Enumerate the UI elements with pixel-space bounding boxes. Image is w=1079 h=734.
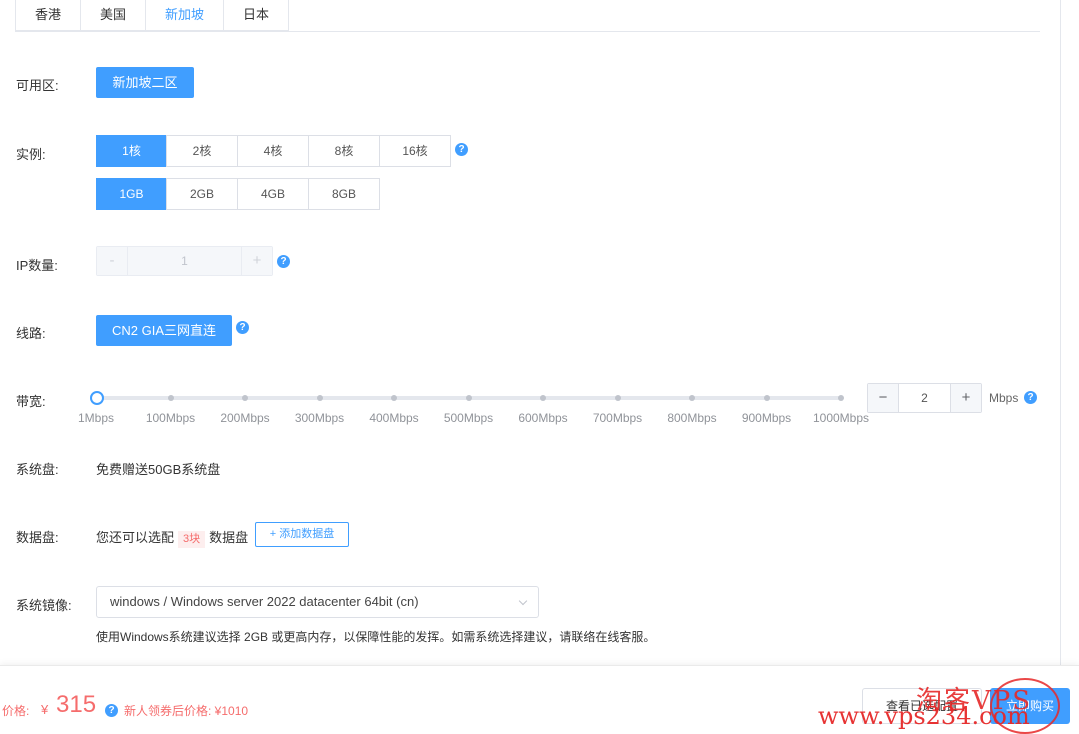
ip-help-icon[interactable]: ? bbox=[277, 255, 290, 268]
bandwidth-stop-dot[interactable] bbox=[838, 395, 844, 401]
bandwidth-tick-label: 1Mbps bbox=[77, 411, 115, 425]
ip-decrease-button[interactable]: - bbox=[97, 247, 127, 275]
add-data-disk-button[interactable]: + 添加数据盘 bbox=[255, 522, 349, 547]
system-disk-text: 免费赠送50GB系统盘 bbox=[96, 462, 221, 477]
bandwidth-tick-label: 700Mbps bbox=[592, 411, 643, 425]
coupon-price: 新人领券后价格: ¥1010 bbox=[124, 704, 249, 718]
price-value: 315 bbox=[56, 691, 97, 718]
price-label: 价格: bbox=[2, 704, 30, 718]
data-disk-prefix: 您还可以选配 bbox=[96, 530, 175, 545]
bandwidth-stop-dot[interactable] bbox=[763, 395, 770, 401]
system-image-hint: 使用Windows系统建议选择 2GB 或更高内存，以保障性能的发挥。如需系统选… bbox=[96, 630, 656, 644]
system-image-selected: windows / Windows server 2022 datacenter… bbox=[110, 594, 419, 609]
panel-edge bbox=[1060, 0, 1061, 665]
bandwidth-decrease-button[interactable]: − bbox=[868, 384, 898, 412]
ip-count-label: IP数量: bbox=[16, 258, 58, 273]
ram-option-1gb[interactable]: 1GB bbox=[96, 178, 167, 210]
cpu-option-2[interactable]: 2核 bbox=[166, 135, 238, 167]
zone-label: 可用区: bbox=[16, 78, 59, 93]
cpu-selector: 1核 2核 4核 8核 16核 bbox=[96, 135, 451, 167]
bandwidth-help-icon[interactable]: ? bbox=[1024, 391, 1037, 404]
bandwidth-label: 带宽: bbox=[16, 394, 46, 409]
chevron-down-icon bbox=[518, 596, 528, 606]
cpu-option-16[interactable]: 16核 bbox=[379, 135, 451, 167]
bandwidth-tick-label: 1000Mbps bbox=[812, 411, 870, 425]
bandwidth-tick-label: 300Mbps bbox=[294, 411, 345, 425]
system-image-label: 系统镜像: bbox=[16, 598, 72, 613]
tab-japan[interactable]: 日本 bbox=[223, 0, 290, 31]
tab-hongkong[interactable]: 香港 bbox=[15, 0, 82, 31]
ram-option-2gb[interactable]: 2GB bbox=[166, 178, 238, 210]
tabs-divider bbox=[15, 31, 1040, 32]
tab-singapore[interactable]: 新加坡 bbox=[145, 0, 225, 31]
system-disk-label: 系统盘: bbox=[16, 462, 59, 477]
ram-option-8gb[interactable]: 8GB bbox=[308, 178, 380, 210]
region-tabs: 香港 美国 新加坡 日本 bbox=[15, 0, 290, 31]
data-disk-suffix: 数据盘 bbox=[209, 530, 249, 545]
bandwidth-unit: Mbps bbox=[989, 391, 1019, 405]
line-help-icon[interactable]: ? bbox=[236, 321, 249, 334]
zone-option-singapore-2[interactable]: 新加坡二区 bbox=[96, 67, 194, 98]
price-currency: ¥ bbox=[41, 702, 49, 717]
bandwidth-tick-label: 900Mbps bbox=[741, 411, 792, 425]
ip-count-value: 1 bbox=[127, 247, 242, 275]
cpu-option-4[interactable]: 4核 bbox=[237, 135, 309, 167]
line-label: 线路: bbox=[16, 326, 46, 341]
bandwidth-tick-label: 400Mbps bbox=[369, 411, 419, 425]
line-option-cn2-gia[interactable]: CN2 GIA三网直连 bbox=[96, 315, 232, 346]
bandwidth-tick-label: 800Mbps bbox=[667, 411, 717, 425]
bandwidth-slider-track[interactable] bbox=[96, 395, 844, 401]
bandwidth-stop-dot[interactable] bbox=[391, 395, 397, 401]
price-help-icon[interactable]: ? bbox=[105, 704, 118, 717]
view-config-button[interactable]: 查看已选配置 bbox=[862, 688, 982, 724]
cpu-option-8[interactable]: 8核 bbox=[308, 135, 380, 167]
bandwidth-tick-label: 100Mbps bbox=[145, 411, 196, 425]
ram-selector: 1GB 2GB 4GB 8GB bbox=[96, 178, 380, 210]
data-disk-count-badge: 3块 bbox=[178, 531, 206, 548]
cpu-option-1[interactable]: 1核 bbox=[96, 135, 167, 167]
bandwidth-value-input[interactable]: 2 bbox=[898, 384, 951, 412]
bandwidth-tick-label: 500Mbps bbox=[443, 411, 494, 425]
buy-now-button[interactable]: 立即购买 bbox=[990, 688, 1070, 724]
bandwidth-stop-dot[interactable] bbox=[540, 395, 546, 401]
data-disk-label: 数据盘: bbox=[16, 530, 59, 545]
bandwidth-stop-dot[interactable] bbox=[242, 395, 248, 401]
bandwidth-stop-dot[interactable] bbox=[316, 395, 323, 401]
data-disk-info: 您还可以选配 3块 数据盘 bbox=[96, 527, 248, 548]
bandwidth-stop-dot[interactable] bbox=[689, 395, 695, 401]
tab-usa[interactable]: 美国 bbox=[80, 0, 147, 31]
ram-option-4gb[interactable]: 4GB bbox=[237, 178, 309, 210]
bandwidth-increase-button[interactable]: + bbox=[951, 384, 981, 412]
cpu-help-icon[interactable]: ? bbox=[455, 143, 468, 156]
instance-label: 实例: bbox=[16, 147, 46, 162]
bandwidth-tick-label: 600Mbps bbox=[518, 411, 568, 425]
bandwidth-stop-dot[interactable] bbox=[465, 395, 472, 401]
bandwidth-tick-label: 200Mbps bbox=[220, 411, 270, 425]
ip-increase-button[interactable]: + bbox=[242, 247, 272, 275]
bandwidth-stop-dot[interactable] bbox=[614, 395, 621, 401]
system-image-select[interactable]: windows / Windows server 2022 datacenter… bbox=[96, 586, 539, 618]
bandwidth-slider-handle[interactable] bbox=[89, 391, 104, 405]
ip-count-stepper[interactable]: - 1 + bbox=[96, 246, 273, 276]
bandwidth-stop-dot[interactable] bbox=[167, 395, 174, 401]
bandwidth-stepper[interactable]: − 2 + bbox=[867, 383, 982, 413]
